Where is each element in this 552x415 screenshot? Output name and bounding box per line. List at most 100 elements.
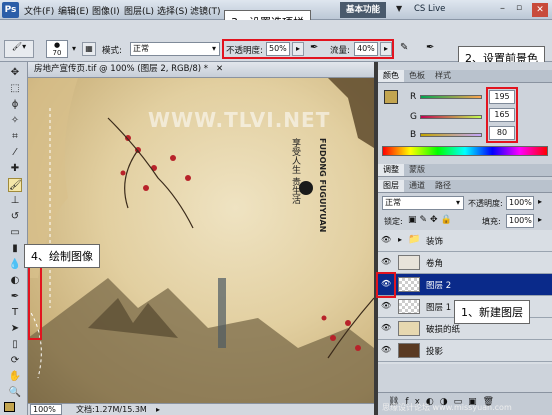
opacity-input[interactable]: 50% <box>266 42 290 56</box>
layer-row-shadow[interactable]: 👁 投影 <box>378 340 552 362</box>
layer-name: 破损的纸 <box>426 325 461 335</box>
tablet-size-icon[interactable]: ✒ <box>426 42 434 53</box>
restore-icon[interactable]: ▫ <box>516 3 522 13</box>
lock-label: 锁定: <box>384 217 403 226</box>
eyedropper-tool-icon[interactable]: ⁄ <box>8 146 22 160</box>
document-size-info: 文档:1.27M/15.3M <box>76 405 147 414</box>
visibility-eye-icon[interactable]: 👁 <box>381 302 391 310</box>
clone-stamp-tool-icon[interactable]: ⊥ <box>8 194 22 208</box>
expand-icon[interactable]: ▸ <box>398 235 402 244</box>
brush-tool-icon[interactable]: 🖌 <box>8 178 22 192</box>
blue-slider[interactable] <box>420 133 482 137</box>
blend-mode-select[interactable]: 正常 ▾ <box>382 196 464 210</box>
close-icon[interactable]: ✕ <box>532 3 548 17</box>
tab-swatches[interactable]: 色板 <box>404 70 430 82</box>
marquee-tool-icon[interactable]: ⬚ <box>8 82 22 96</box>
layer-row-layer2-selected[interactable]: 👁 图层 2 <box>378 274 552 296</box>
tab-close-icon[interactable]: ✕ <box>216 64 223 74</box>
flow-input[interactable]: 40% <box>354 42 378 56</box>
watermark-text: WWW.TLVI.NET <box>148 108 331 132</box>
right-panels: 颜色 色板 样式 R G B 195 165 80 调整 蒙版 图层 通道 路径 正常 ▾ … <box>376 62 552 415</box>
adjustments-panel-tabs: 调整 蒙版 <box>378 164 552 177</box>
red-label: R <box>410 92 417 102</box>
green-slider[interactable] <box>420 115 482 119</box>
zoom-field[interactable]: 100% <box>30 404 62 415</box>
layers-panel-tabs: 图层 通道 路径 <box>378 180 552 193</box>
foreground-color-swatch[interactable] <box>4 402 15 412</box>
dropdown-icon[interactable]: ▼ <box>396 4 402 13</box>
dodge-tool-icon[interactable]: ◐ <box>8 274 22 288</box>
tab-layers[interactable]: 图层 <box>378 180 404 192</box>
tab-color[interactable]: 颜色 <box>378 70 404 82</box>
green-label: G <box>410 112 417 122</box>
canvas[interactable]: WWW.TLVI.NET FUDONG FUGUIYUAN 享受人生 贵生活 <box>28 78 374 403</box>
menu-image[interactable]: 图像(I) <box>92 4 120 17</box>
lasso-tool-icon[interactable]: ϕ <box>8 98 22 112</box>
move-tool-icon[interactable]: ✥ <box>8 66 22 80</box>
workspace-button[interactable]: 基本功能 <box>340 2 386 18</box>
layer-row-group[interactable]: 👁 ▸ 📁 装饰 <box>378 230 552 252</box>
3d-rotate-tool-icon[interactable]: ⟳ <box>8 354 22 368</box>
layer-row-curl[interactable]: 👁 卷角 <box>378 252 552 274</box>
history-brush-tool-icon[interactable]: ↺ <box>8 210 22 224</box>
mode-dropdown-icon: ▾ <box>211 44 216 53</box>
brush-panel-toggle-icon[interactable]: ▦ <box>82 42 96 56</box>
layer-opacity-label: 不透明度: <box>468 199 503 208</box>
visibility-eye-icon[interactable]: 👁 <box>381 324 391 332</box>
tab-paths[interactable]: 路径 <box>430 180 456 192</box>
crop-tool-icon[interactable]: ⌗ <box>8 130 22 144</box>
hand-tool-icon[interactable]: ✋ <box>8 370 22 384</box>
mode-select[interactable]: 正常 ▾ <box>130 42 220 56</box>
zoom-tool-icon[interactable]: 🔍 <box>8 386 22 400</box>
lock-icons[interactable]: ▣✎✥🔒 <box>408 215 455 225</box>
menu-select[interactable]: 选择(S) <box>157 4 188 17</box>
menu-edit[interactable]: 编辑(E) <box>58 4 89 17</box>
red-slider[interactable] <box>420 95 482 99</box>
layer-opacity-slider-icon[interactable]: ▸ <box>538 197 542 206</box>
layer-opacity-input[interactable]: 100% <box>506 196 534 210</box>
blue-value-input[interactable]: 80 <box>489 126 515 140</box>
document-tab[interactable]: 房地产宣传页.tif @ 100% (图层 2, RGB/8) * ✕ <box>28 62 374 78</box>
quick-select-tool-icon[interactable]: ✧ <box>8 114 22 128</box>
flow-slider-button[interactable]: ▸ <box>380 42 392 56</box>
status-menu-icon[interactable]: ▸ <box>156 404 160 415</box>
layer-name: 装饰 <box>426 237 444 247</box>
gradient-tool-icon[interactable]: ▮ <box>8 242 22 256</box>
color-spectrum-bar[interactable] <box>382 146 548 156</box>
menu-filter[interactable]: 滤镜(T) <box>190 4 221 17</box>
brush-preset-picker[interactable]: 🖌▾ <box>4 40 34 58</box>
tab-masks[interactable]: 蒙版 <box>404 164 430 176</box>
visibility-eye-icon[interactable]: 👁 <box>381 346 391 354</box>
tab-adjustments[interactable]: 调整 <box>378 164 404 176</box>
fill-input[interactable]: 100% <box>506 214 534 228</box>
eraser-tool-icon[interactable]: ▭ <box>8 226 22 240</box>
tab-styles[interactable]: 样式 <box>430 70 456 82</box>
minimize-icon[interactable]: – <box>500 3 505 14</box>
fill-slider-icon[interactable]: ▸ <box>538 215 542 224</box>
red-value-input[interactable]: 195 <box>489 90 515 104</box>
shape-tool-icon[interactable]: ▯ <box>8 338 22 352</box>
brush-size-picker[interactable]: ● 70 <box>46 40 68 58</box>
fg-color-preview[interactable] <box>384 90 398 104</box>
blur-tool-icon[interactable]: 💧 <box>8 258 22 272</box>
healing-tool-icon[interactable]: ✚ <box>8 162 22 176</box>
tab-channels[interactable]: 通道 <box>404 180 430 192</box>
menu-file[interactable]: 文件(F) <box>24 4 54 17</box>
vertical-text-chinese: 享受人生 贵生活 <box>290 138 300 204</box>
blue-label: B <box>410 130 417 140</box>
airbrush-icon[interactable]: ✎ <box>400 42 408 53</box>
visibility-eye-icon[interactable]: 👁 <box>381 236 391 244</box>
path-select-tool-icon[interactable]: ➤ <box>8 322 22 336</box>
green-value-input[interactable]: 165 <box>489 108 515 122</box>
opacity-slider-button[interactable]: ▸ <box>292 42 304 56</box>
type-tool-icon[interactable]: T <box>8 306 22 320</box>
flow-label: 流量: <box>330 46 350 56</box>
layer-thumbnail <box>398 343 420 358</box>
pen-tool-icon[interactable]: ✒ <box>8 290 22 304</box>
layers-list: 👁 ▸ 📁 装饰 👁 卷角 👁 图层 2 👁 图层 1 👁 破损的纸 👁 投影 <box>376 230 552 364</box>
menu-layer[interactable]: 图层(L) <box>124 4 154 17</box>
cs-live-button[interactable]: CS Live <box>414 4 445 14</box>
tablet-opacity-icon[interactable]: ✒ <box>310 42 318 53</box>
brush-dropdown-icon[interactable]: ▾ <box>72 44 76 53</box>
visibility-eye-icon[interactable]: 👁 <box>381 258 391 266</box>
